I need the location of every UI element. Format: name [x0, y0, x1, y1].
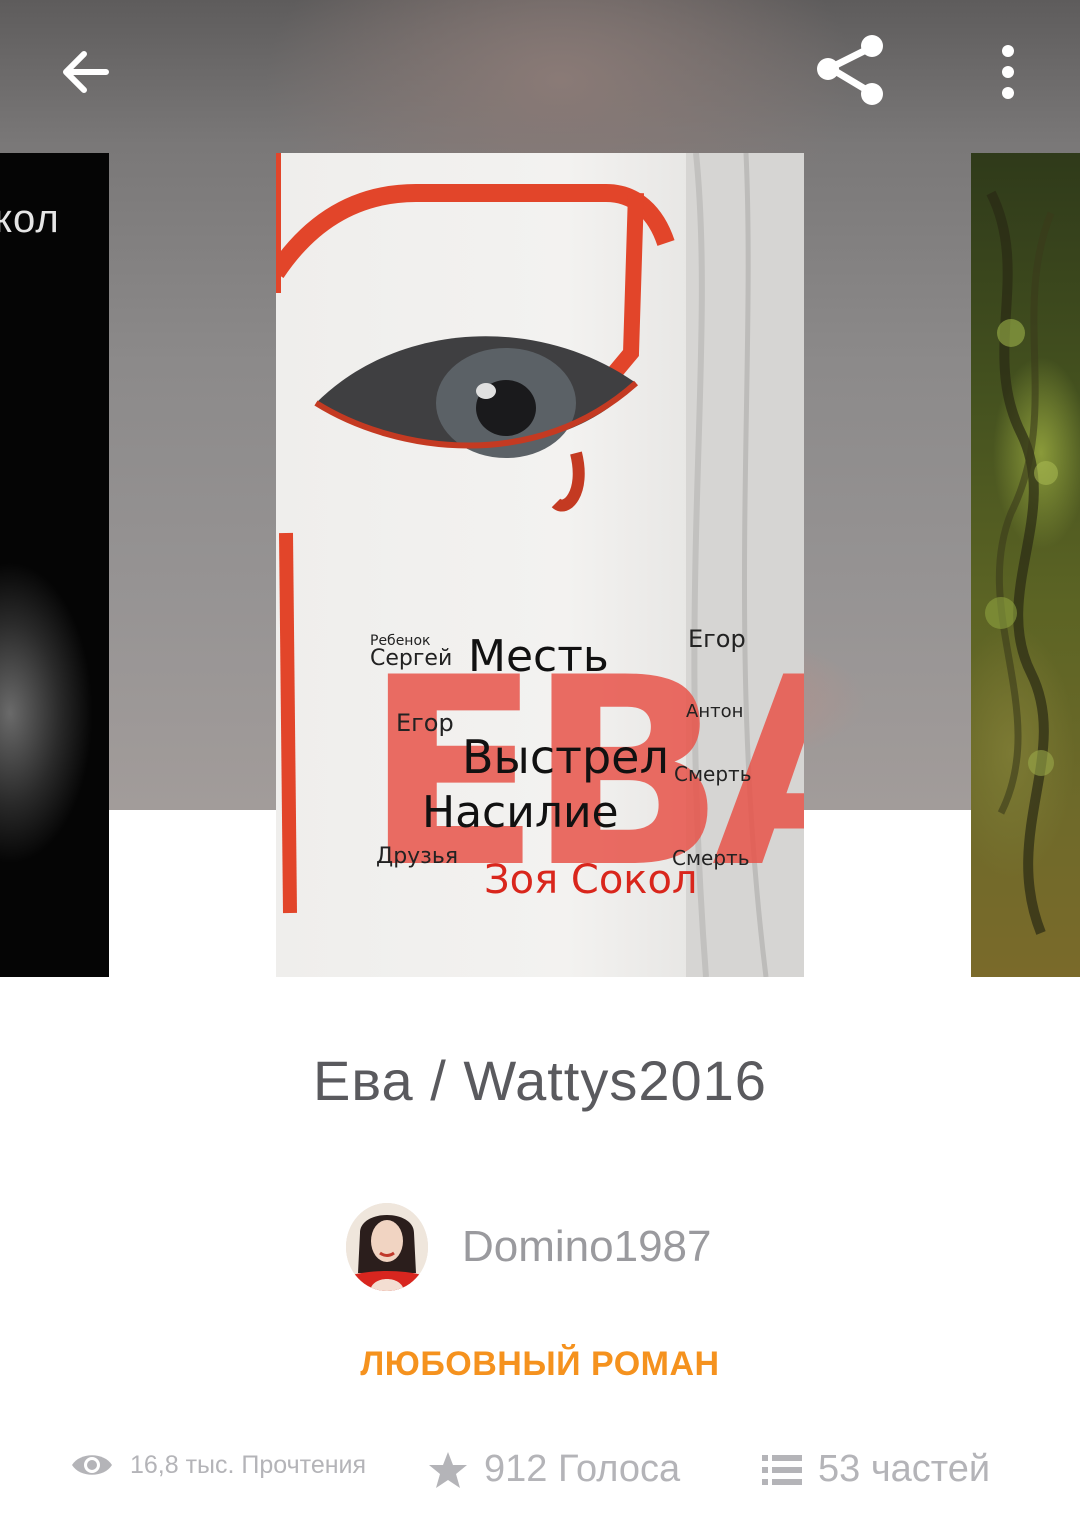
next-story-cover[interactable]: [971, 153, 1080, 977]
author-avatar-image: [346, 1203, 428, 1291]
previous-story-cover[interactable]: кол: [0, 153, 109, 977]
parts-count: 53 частей: [818, 1448, 991, 1490]
cover-word: Егор: [396, 709, 454, 737]
share-icon: [817, 35, 883, 105]
author-name[interactable]: Domino1987: [462, 1222, 712, 1272]
story-title: Ева / Wattys2016: [313, 1049, 767, 1112]
story-cover[interactable]: ЕВА Ребенок Сергей Месть Егор Егор Антон…: [276, 153, 804, 977]
cover-word: Насилие: [422, 787, 619, 838]
cover-word: Сергей: [370, 646, 452, 671]
cover-word: Месть: [468, 631, 609, 682]
cover-word: Выстрел: [462, 730, 669, 784]
cover-title-fragment: кол: [0, 197, 60, 241]
avatar[interactable]: [346, 1203, 428, 1291]
more-options-button[interactable]: [972, 28, 1044, 116]
reads-stat: 16,8 тыс. Прочтения: [70, 1450, 366, 1480]
list-icon: [762, 1454, 802, 1485]
parts-stat[interactable]: 53 частей: [762, 1448, 990, 1491]
cover-artwork: ЕВА Ребенок Сергей Месть Егор Егор Антон…: [276, 153, 804, 977]
story-stats: 16,8 тыс. Прочтения 912 Голоса 53 частей: [0, 1440, 1080, 1510]
share-button[interactable]: [804, 24, 900, 120]
votes-count: 912 Голоса: [484, 1448, 681, 1490]
vine-artwork: [985, 190, 1058, 935]
more-vert-icon: [1002, 45, 1014, 99]
cover-word: Антон: [686, 701, 743, 722]
votes-stat: 912 Голоса: [428, 1448, 680, 1491]
top-app-bar: [0, 0, 1080, 140]
cover-word: Смерть: [674, 762, 752, 786]
cover-word: Егор: [688, 625, 746, 653]
back-button[interactable]: [40, 28, 128, 116]
arrow-left-icon: [63, 51, 109, 93]
genre-label[interactable]: ЛЮБОВНЫЙ РОМАН: [0, 1345, 1080, 1384]
star-icon: [429, 1451, 467, 1488]
author-link[interactable]: Domino1987: [346, 1202, 712, 1292]
cover-author: Зоя Сокол: [484, 857, 698, 903]
eye-icon: [72, 1455, 112, 1475]
cover-word: Друзья: [376, 844, 458, 869]
reads-count: 16,8 тыс. Прочтения: [130, 1450, 367, 1479]
